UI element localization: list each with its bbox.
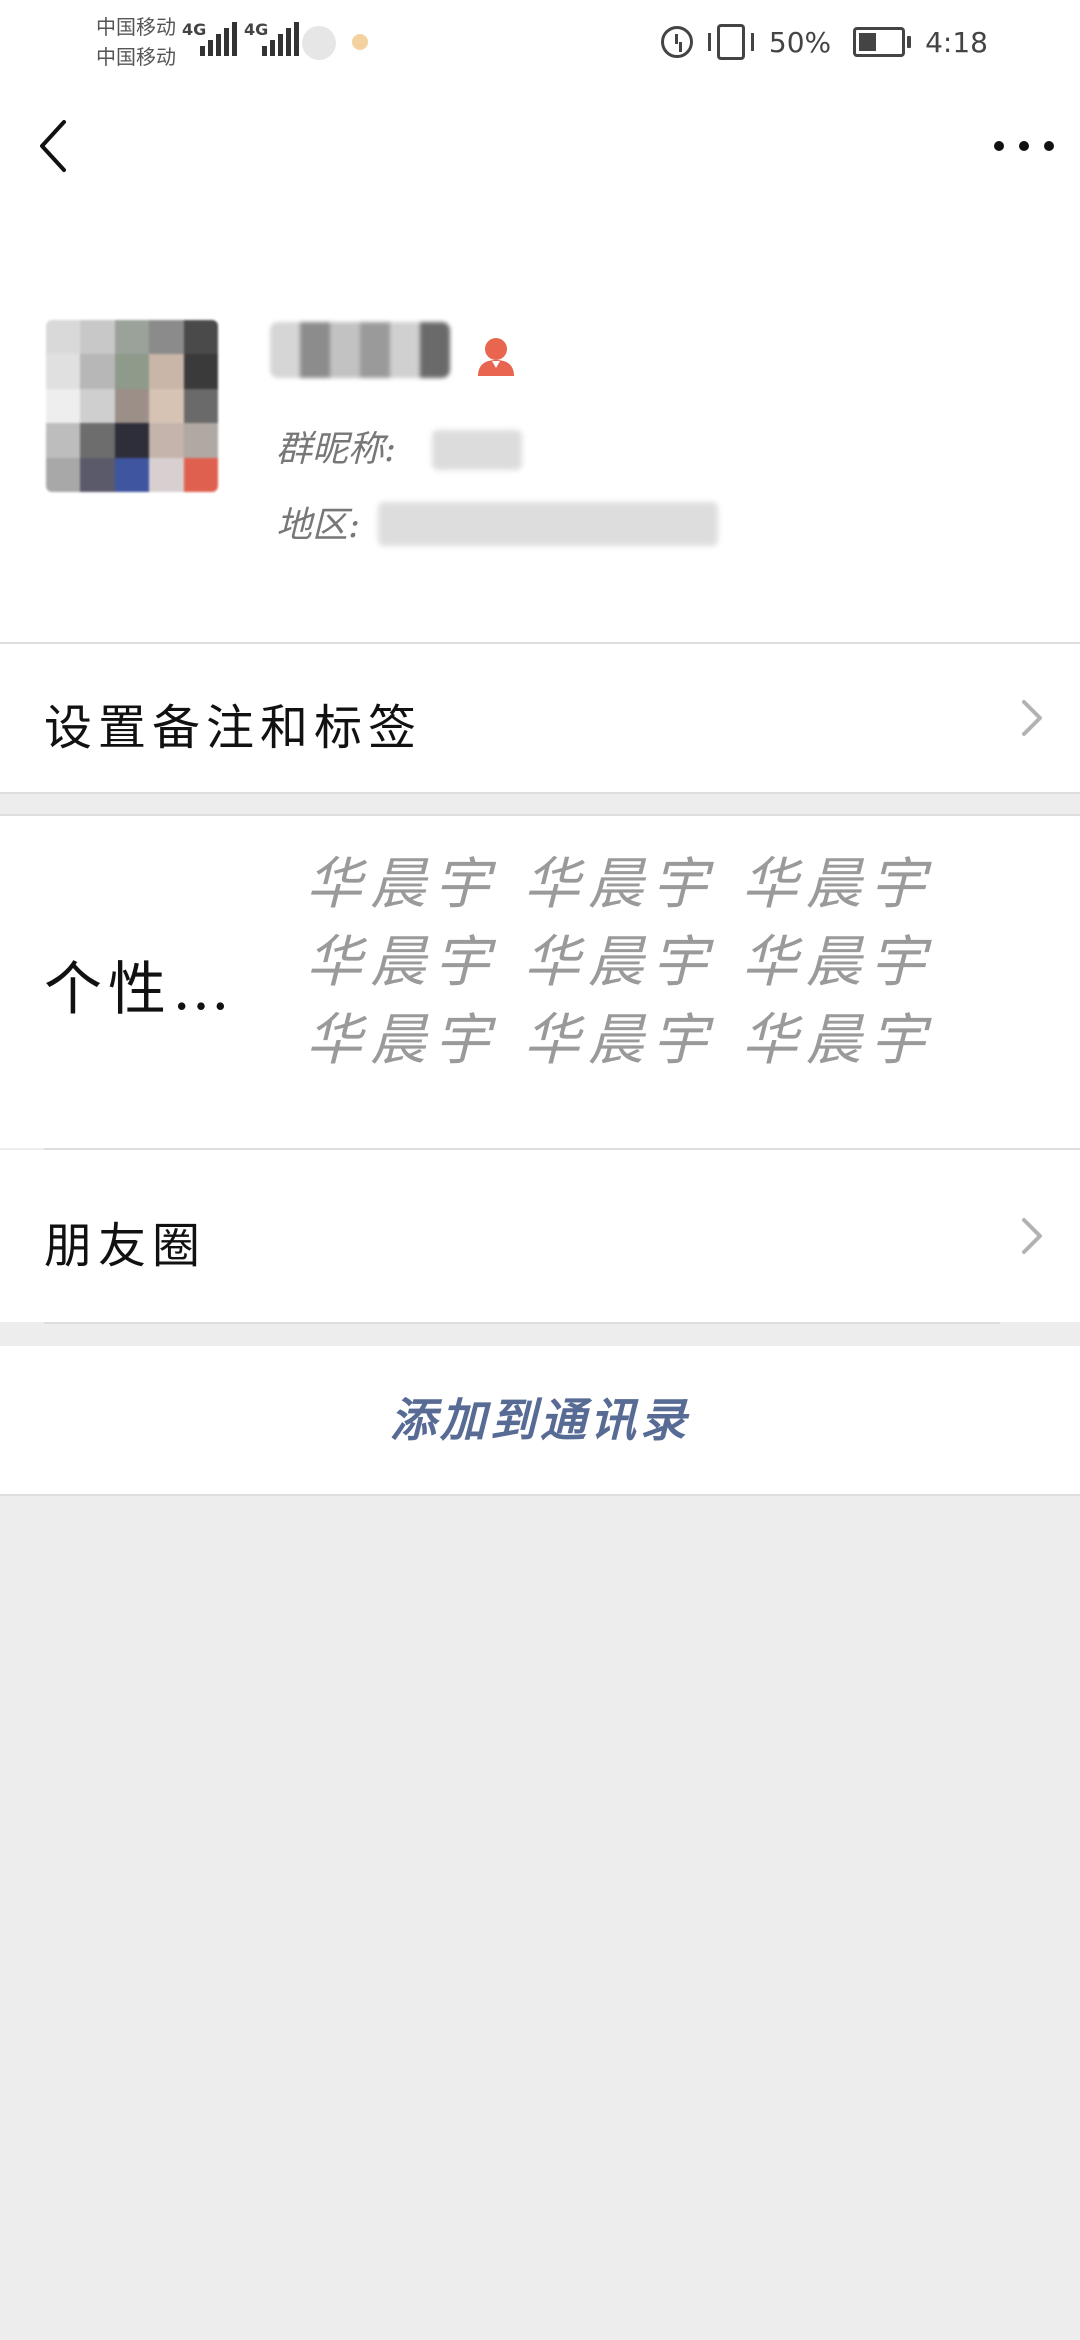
carrier-2: 中国移动	[96, 45, 176, 69]
signature-value: 华晨宇 华晨宇 华晨宇 华晨宇 华晨宇 华晨宇 华晨宇 华晨宇 华晨宇	[306, 852, 934, 1073]
moments-row[interactable]: 朋友圈	[0, 1150, 1080, 1322]
region-label: 地区:	[276, 505, 361, 546]
more-dot-icon	[1019, 141, 1029, 151]
battery-icon	[853, 27, 912, 57]
emoji-notification-icon	[352, 34, 368, 50]
back-arrow-icon	[40, 120, 66, 172]
divider	[0, 792, 1080, 794]
more-dot-icon	[1044, 141, 1054, 151]
clock: 4:18	[925, 25, 988, 59]
chevron-right-icon	[1022, 1218, 1042, 1254]
avatar[interactable]	[46, 320, 218, 492]
signal-1-icon	[200, 22, 237, 56]
nav-bar	[0, 86, 1080, 210]
set-remark-row[interactable]: 设置备注和标签	[0, 644, 1080, 792]
signature-label: 个性…	[44, 955, 237, 1023]
vibrate-icon	[707, 24, 754, 60]
divider	[0, 1494, 1080, 1496]
status-bar: 中国移动 中国移动 4G 4G 50% 4:18	[0, 0, 1080, 86]
add-to-contacts-button[interactable]: 添加到通讯录	[0, 1346, 1080, 1494]
nickname-blurred	[270, 322, 450, 378]
carrier-info: 中国移动 中国移动	[96, 12, 182, 72]
divider	[44, 1322, 1000, 1324]
battery-fill	[859, 33, 877, 51]
signature-row: 个性… 华晨宇 华晨宇 华晨宇 华晨宇 华晨宇 华晨宇 华晨宇 华晨宇 华晨宇	[0, 816, 1080, 1148]
battery-percent: 50%	[768, 25, 832, 59]
alarm-icon	[660, 26, 693, 58]
region-blurred	[378, 502, 718, 546]
more-dot-icon	[994, 141, 1004, 151]
status-right: 50% 4:18	[660, 20, 988, 64]
chevron-right-icon	[1022, 700, 1042, 736]
group-nickname-blurred	[432, 430, 522, 470]
set-remark-label: 设置备注和标签	[44, 700, 423, 756]
back-button[interactable]	[28, 118, 84, 174]
more-options-button[interactable]	[994, 124, 1054, 168]
female-icon	[474, 334, 518, 378]
carrier-1: 中国移动	[96, 15, 176, 39]
group-nickname-label: 群昵称:	[276, 429, 397, 470]
notification-icon	[302, 26, 336, 60]
profile-card: 群昵称: 地区:	[0, 210, 1080, 642]
signal-2-icon	[262, 22, 299, 56]
moments-label: 朋友圈	[44, 1218, 207, 1274]
